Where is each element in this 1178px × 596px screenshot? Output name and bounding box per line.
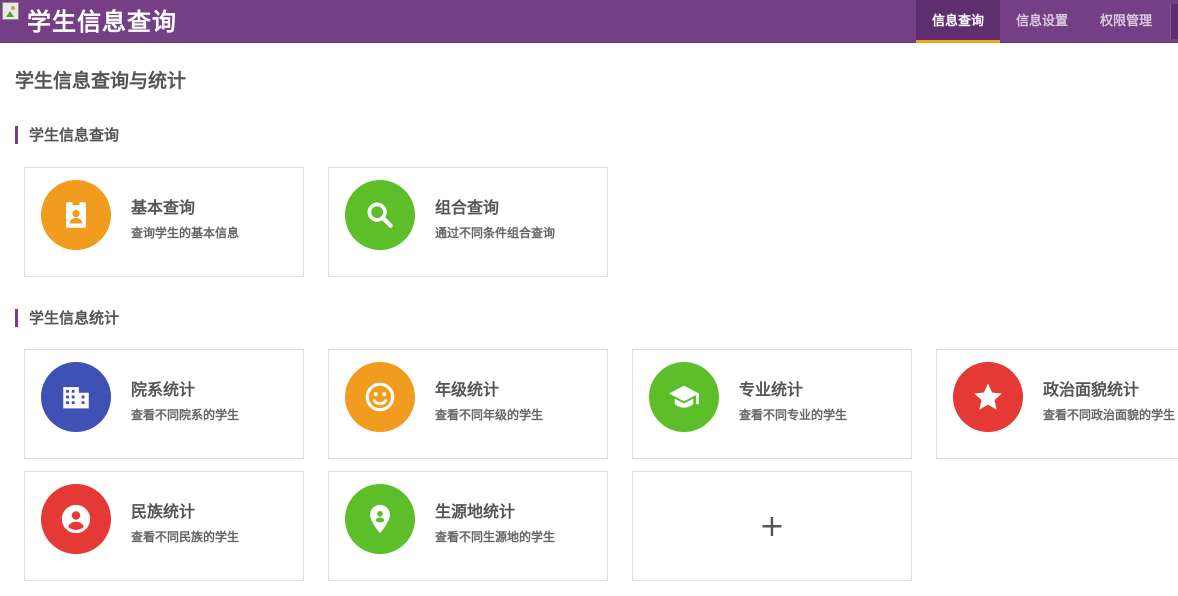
card-title: 基本查询 bbox=[131, 198, 196, 217]
broken-image-icon bbox=[2, 2, 19, 20]
app-title: 学生信息查询 bbox=[27, 8, 177, 36]
plus-icon: + bbox=[759, 508, 785, 544]
card-political-status-stats[interactable]: 政治面貌统计 查看不同政治面貌的学生 bbox=[936, 349, 1178, 459]
card-department-stats[interactable]: 院系统计 查看不同院系的学生 bbox=[24, 349, 304, 459]
section-title-stats: 学生信息统计 bbox=[15, 309, 119, 327]
card-title: 生源地统计 bbox=[435, 502, 516, 521]
person-circle-icon bbox=[41, 484, 111, 554]
card-description: 查看不同民族的学生 bbox=[131, 530, 240, 544]
card-grade-stats[interactable]: 年级统计 查看不同年级的学生 bbox=[328, 349, 608, 459]
badge-icon bbox=[41, 180, 111, 250]
card-title: 年级统计 bbox=[435, 380, 500, 399]
search-icon bbox=[345, 180, 415, 250]
nav-item-permission-management[interactable]: 权限管理 bbox=[1084, 0, 1168, 43]
smiley-icon bbox=[345, 362, 415, 432]
card-title: 专业统计 bbox=[739, 380, 804, 399]
card-description: 查看不同院系的学生 bbox=[131, 408, 240, 422]
building-icon bbox=[41, 362, 111, 432]
card-description: 查看不同生源地的学生 bbox=[435, 530, 556, 544]
card-origin-stats[interactable]: 生源地统计 查看不同生源地的学生 bbox=[328, 471, 608, 581]
top-nav: 信息查询 信息设置 权限管理 bbox=[915, 0, 1178, 43]
card-description: 通过不同条件组合查询 bbox=[435, 226, 556, 240]
add-card-button[interactable]: + bbox=[632, 471, 912, 581]
page-title: 学生信息查询与统计 bbox=[15, 70, 187, 92]
card-combined-query[interactable]: 组合查询 通过不同条件组合查询 bbox=[328, 167, 608, 277]
card-title: 组合查询 bbox=[435, 198, 500, 217]
card-description: 查看不同政治面貌的学生 bbox=[1043, 408, 1176, 422]
card-basic-query[interactable]: 基本查询 查询学生的基本信息 bbox=[24, 167, 304, 277]
card-ethnicity-stats[interactable]: 民族统计 查看不同民族的学生 bbox=[24, 471, 304, 581]
nav-item-info-settings[interactable]: 信息设置 bbox=[1000, 0, 1084, 43]
card-title: 民族统计 bbox=[131, 502, 196, 521]
nav-item-info-query[interactable]: 信息查询 bbox=[915, 0, 1000, 43]
card-major-stats[interactable]: 专业统计 查看不同专业的学生 bbox=[632, 349, 912, 459]
card-title: 院系统计 bbox=[131, 380, 196, 399]
section-title-query: 学生信息查询 bbox=[15, 126, 119, 144]
card-description: 查看不同专业的学生 bbox=[739, 408, 848, 422]
card-title: 政治面貌统计 bbox=[1043, 380, 1140, 399]
star-icon bbox=[953, 362, 1023, 432]
card-description: 查询学生的基本信息 bbox=[131, 226, 240, 240]
location-pin-icon bbox=[345, 484, 415, 554]
top-bar: 学生信息查询 信息查询 信息设置 权限管理 bbox=[0, 0, 1178, 43]
nav-overflow-item[interactable] bbox=[1170, 4, 1178, 39]
graduation-cap-icon bbox=[649, 362, 719, 432]
card-description: 查看不同年级的学生 bbox=[435, 408, 544, 422]
